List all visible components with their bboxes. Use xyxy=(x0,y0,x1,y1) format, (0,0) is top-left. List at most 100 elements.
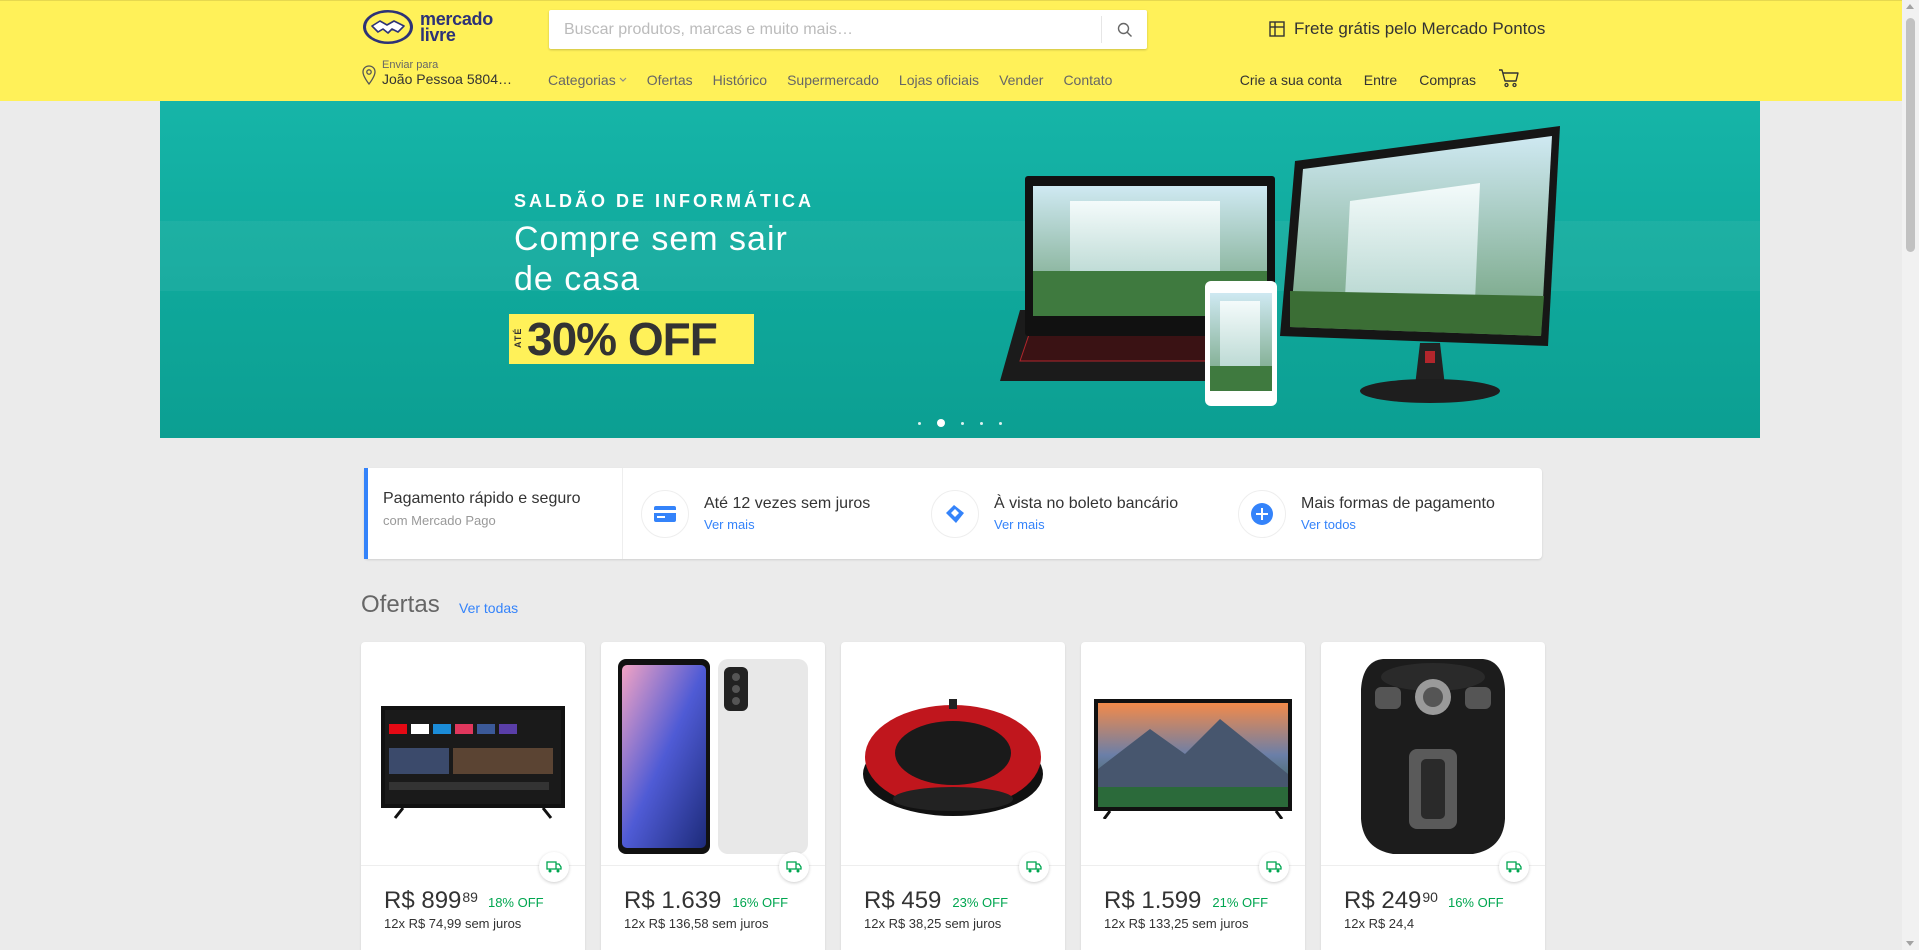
discount-label: 16% OFF xyxy=(732,895,789,910)
discount-value: 30% OFF xyxy=(527,313,718,365)
search-bar xyxy=(549,10,1147,49)
free-shipping-truck-icon xyxy=(779,852,809,882)
price-main: R$ 1.599 xyxy=(1104,887,1202,914)
installments-text: 12x R$ 136,58 sem juros xyxy=(624,916,769,931)
nav-vender[interactable]: Vender xyxy=(999,72,1043,88)
ofertas-title: Ofertas xyxy=(361,591,440,618)
purchases-link[interactable]: Compras xyxy=(1419,72,1476,88)
search-button[interactable] xyxy=(1101,16,1147,43)
payment-more-title: Mais formas de pagamento xyxy=(1301,495,1495,512)
carousel-dot-2[interactable] xyxy=(937,419,945,427)
carousel-dot-4[interactable] xyxy=(980,421,983,425)
product-card[interactable]: R$ 1.639 16% OFF 12x R$ 136,58 sem juros xyxy=(601,642,825,950)
product-price: R$ 459 23% OFF xyxy=(864,887,1008,915)
payment-intro-sub: com Mercado Pago xyxy=(383,513,496,528)
electronics-illustration xyxy=(1000,126,1560,406)
discount-label: 23% OFF xyxy=(952,895,1009,910)
nav-categorias[interactable]: Categorias xyxy=(548,72,627,88)
product-image xyxy=(601,642,825,866)
discount-label: 21% OFF xyxy=(1212,895,1269,910)
create-account-link[interactable]: Crie a sua conta xyxy=(1240,72,1342,88)
search-input[interactable] xyxy=(549,10,1101,49)
banner-kicker: SALDÃO DE INFORMÁTICA xyxy=(514,191,814,211)
payment-options: Pagamento rápido e seguro com Mercado Pa… xyxy=(364,468,1542,559)
promo-text: Frete grátis pelo Mercado Pontos xyxy=(1294,19,1546,38)
credit-card-icon xyxy=(641,489,689,538)
mercado-pontos-promo[interactable]: Frete grátis pelo Mercado Pontos xyxy=(1268,19,1545,39)
free-shipping-truck-icon xyxy=(1499,852,1529,882)
product-card[interactable]: R$ 899 89 18% OFF 12x R$ 74,99 sem juros xyxy=(361,642,585,950)
main-nav: Categorias Ofertas Histórico Supermercad… xyxy=(548,72,1132,88)
payment-more[interactable]: Mais formas de pagamento Ver todos xyxy=(1220,468,1495,559)
discount-ate: ATÉ xyxy=(513,327,523,348)
nav-supermercado[interactable]: Supermercado xyxy=(787,72,879,88)
price-main: R$ 459 xyxy=(864,887,942,914)
login-link[interactable]: Entre xyxy=(1364,72,1397,88)
product-image xyxy=(841,642,1065,866)
location-pin-icon xyxy=(362,65,376,85)
installments-text: 12x R$ 38,25 sem juros xyxy=(864,916,1002,931)
logo-line2: livre xyxy=(420,25,456,45)
payment-installments-link[interactable]: Ver mais xyxy=(704,517,870,532)
product-card[interactable]: R$ 459 23% OFF 12x R$ 38,25 sem juros xyxy=(841,642,1065,950)
carousel-dot-3[interactable] xyxy=(961,421,964,425)
gift-box-icon xyxy=(1269,21,1285,37)
price-main: R$ 249 xyxy=(1344,887,1422,914)
free-shipping-truck-icon xyxy=(1019,852,1049,882)
nav-label: Categorias xyxy=(548,72,616,88)
nav-contato[interactable]: Contato xyxy=(1063,72,1112,88)
page-scrollbar[interactable] xyxy=(1902,0,1919,950)
product-price: R$ 899 89 18% OFF xyxy=(384,887,544,915)
payment-installments[interactable]: Até 12 vezes sem juros Ver mais xyxy=(623,468,913,559)
payment-boleto[interactable]: À vista no boleto bancário Ver mais xyxy=(913,468,1220,559)
product-image xyxy=(1081,642,1305,866)
discount-badge: ATÉ 30% OFF xyxy=(509,313,754,365)
nav-lojas-oficiais[interactable]: Lojas oficiais xyxy=(899,72,979,88)
plus-icon xyxy=(1238,489,1286,538)
boleto-icon xyxy=(931,489,979,538)
product-image xyxy=(361,642,585,866)
logo[interactable]: mercado livre xyxy=(362,9,493,45)
installments-text: 12x R$ 24,4 xyxy=(1344,916,1415,931)
location-label: Enviar para xyxy=(382,59,439,71)
free-shipping-truck-icon xyxy=(1259,852,1289,882)
carousel-dot-5[interactable] xyxy=(999,421,1002,425)
payment-intro-title: Pagamento rápido e seguro xyxy=(383,490,581,507)
price-main: R$ 1.639 xyxy=(624,887,722,914)
product-card[interactable]: R$ 249 90 16% OFF 12x R$ 24,4 xyxy=(1321,642,1545,950)
header: mercado livre Frete grátis pelo Mercado … xyxy=(0,0,1902,101)
ofertas-carousel: R$ 899 89 18% OFF 12x R$ 74,99 sem juros… xyxy=(361,642,1561,950)
nav-historico[interactable]: Histórico xyxy=(713,72,767,88)
installments-text: 12x R$ 74,99 sem juros xyxy=(384,916,522,931)
carousel-dot-1[interactable] xyxy=(918,421,921,425)
product-image xyxy=(1321,642,1545,866)
product-price: R$ 249 90 16% OFF xyxy=(1344,887,1504,915)
banner-title: Compre sem sair de casa xyxy=(514,220,788,298)
payment-installments-title: Até 12 vezes sem juros xyxy=(704,495,871,512)
carousel-dots xyxy=(910,419,1010,427)
monitor xyxy=(1280,126,1560,403)
scrollbar-thumb[interactable] xyxy=(1906,18,1915,252)
tablet xyxy=(1205,281,1277,406)
logo-text: mercado livre xyxy=(420,10,493,45)
cart-icon[interactable] xyxy=(1498,68,1520,88)
ofertas-see-all-link[interactable]: Ver todas xyxy=(459,600,518,616)
handshake-logo-icon xyxy=(363,10,413,44)
installments-text: 12x R$ 133,25 sem juros xyxy=(1104,916,1249,931)
location-city: João Pessoa 5804… xyxy=(382,71,512,87)
payment-boleto-title: À vista no boleto bancário xyxy=(994,495,1179,512)
payment-more-link[interactable]: Ver todos xyxy=(1301,517,1495,532)
product-card[interactable]: R$ 1.599 21% OFF 12x R$ 133,25 sem juros xyxy=(1081,642,1305,950)
payment-boleto-link[interactable]: Ver mais xyxy=(994,517,1178,532)
search-icon xyxy=(1117,22,1132,37)
user-nav: Crie a sua conta Entre Compras xyxy=(1218,69,1520,88)
nav-ofertas[interactable]: Ofertas xyxy=(647,72,693,88)
chevron-down-icon xyxy=(619,77,627,82)
payment-intro: Pagamento rápido e seguro com Mercado Pa… xyxy=(364,468,623,559)
delivery-location[interactable]: Enviar para João Pessoa 5804… xyxy=(362,59,512,88)
discount-label: 16% OFF xyxy=(1447,895,1504,910)
hero-banner[interactable]: SALDÃO DE INFORMÁTICA Compre sem sair de… xyxy=(160,101,1760,438)
scroll-down-arrow-icon[interactable] xyxy=(1906,941,1914,946)
price-main: R$ 899 xyxy=(384,887,462,914)
scroll-up-arrow-icon[interactable] xyxy=(1906,4,1914,9)
